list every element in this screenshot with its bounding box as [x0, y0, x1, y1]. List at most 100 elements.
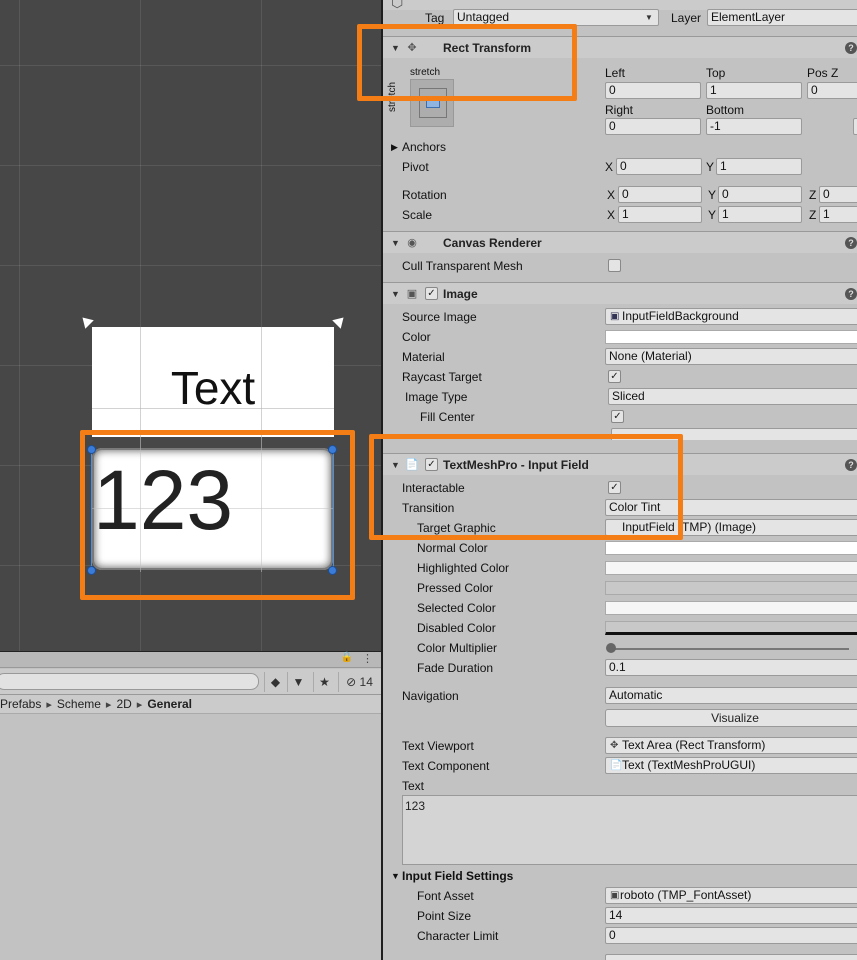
resize-handle[interactable] — [87, 566, 96, 575]
foldout-arrow-icon[interactable]: ▶ — [391, 137, 398, 157]
axis-label: Y — [708, 208, 717, 222]
pixels-per-unit-input[interactable] — [611, 428, 857, 440]
anchors-row[interactable]: ▶ Anchors — [383, 137, 857, 157]
input-field-header[interactable]: ▼ 📄 ✓ TextMeshPro - Input Field ? — [383, 453, 857, 475]
color-swatch[interactable] — [605, 330, 857, 344]
pressed-color-label: Pressed Color — [417, 581, 494, 595]
anchor-handle-icon[interactable] — [332, 313, 348, 329]
anchors-label: Anchors — [402, 140, 447, 154]
pivot-y-input[interactable]: 1 — [716, 158, 802, 175]
fill-center-row: Fill Center ✓ — [383, 407, 857, 427]
image-header[interactable]: ▼ ▣ ✓ Image ? — [383, 282, 857, 304]
character-limit-input[interactable]: 0 — [605, 927, 857, 944]
source-image-row: Source Image InputFieldBackground ▣ — [383, 307, 857, 327]
normal-color-swatch[interactable] — [605, 541, 857, 555]
image-enabled-checkbox[interactable]: ✓ — [425, 287, 438, 300]
fade-duration-input[interactable]: 0.1 — [605, 659, 857, 676]
hidden-packages-toggle[interactable]: ⊘ 14 — [338, 672, 380, 692]
help-icon[interactable]: ? — [845, 459, 857, 471]
pivot-row: Pivot X 0 Y 1 — [383, 157, 857, 177]
scale-z-input[interactable]: 1 — [819, 206, 857, 223]
blueprint-mode-button[interactable] — [853, 118, 857, 135]
rect-transform-icon: ✥ — [610, 740, 619, 751]
resize-handle[interactable] — [87, 445, 96, 454]
tag-dropdown[interactable]: Untagged — [453, 9, 659, 26]
source-image-field[interactable]: InputFieldBackground — [605, 308, 857, 325]
interactable-checkbox[interactable]: ✓ — [608, 481, 621, 494]
layer-dropdown[interactable]: ElementLayer — [707, 9, 857, 26]
bottom-input[interactable]: -1 — [706, 118, 802, 135]
scale-x-input[interactable]: 1 — [618, 206, 702, 223]
raycast-label: Raycast Target — [402, 370, 482, 384]
cull-mesh-checkbox[interactable] — [608, 259, 621, 272]
project-search-input[interactable] — [0, 673, 259, 690]
text-component-field[interactable]: Text (TextMeshProUGUI) — [605, 757, 857, 774]
favorites-star-icon[interactable]: ★ — [313, 672, 335, 692]
font-asset-icon: ▣ — [610, 890, 620, 901]
visualize-button[interactable]: Visualize — [605, 709, 857, 727]
font-asset-field[interactable]: roboto (TMP_FontAsset) — [605, 887, 857, 904]
transition-label: Transition — [402, 501, 455, 515]
selected-color-label: Selected Color — [417, 601, 496, 615]
script-file-icon: 📄 — [405, 459, 419, 471]
filter-by-type-icon[interactable]: ◆ — [264, 672, 286, 692]
filter-by-label-icon[interactable]: ▼ — [287, 672, 309, 692]
resize-handle[interactable] — [328, 566, 337, 575]
breadcrumb-item[interactable]: Prefabs — [0, 697, 41, 711]
resize-handle[interactable] — [328, 445, 337, 454]
text-content-area[interactable]: 123 — [402, 795, 857, 865]
pivot-label: Pivot — [402, 160, 429, 174]
right-input[interactable]: 0 — [605, 118, 701, 135]
help-icon[interactable]: ? — [845, 42, 857, 54]
color-multiplier-slider-handle[interactable] — [606, 643, 616, 653]
help-icon[interactable]: ? — [845, 237, 857, 249]
highlighted-color-row: Highlighted Color — [383, 558, 857, 578]
target-graphic-field[interactable]: InputField (TMP) (Image) — [605, 519, 857, 536]
fill-center-checkbox[interactable]: ✓ — [611, 410, 624, 423]
scale-y-input[interactable]: 1 — [718, 206, 802, 223]
scene-view[interactable]: Text 123 — [0, 0, 381, 651]
pivot-x-input[interactable]: 0 — [616, 158, 702, 175]
tag-label: Tag — [425, 11, 445, 25]
rotation-z-input[interactable]: 0 — [819, 186, 857, 203]
navigation-dropdown[interactable]: Automatic — [605, 687, 857, 704]
color-multiplier-slider-track[interactable] — [611, 648, 849, 650]
point-size-input[interactable]: 14 — [605, 907, 857, 924]
highlighted-color-swatch[interactable] — [605, 561, 857, 575]
foldout-arrow-icon[interactable]: ▼ — [391, 283, 400, 305]
input-field-enabled-checkbox[interactable]: ✓ — [425, 458, 438, 471]
breadcrumb-item-current[interactable]: General — [147, 697, 192, 711]
help-icon[interactable]: ? — [845, 288, 857, 300]
left-input[interactable]: 0 — [605, 82, 701, 99]
top-input[interactable]: 1 — [706, 82, 802, 99]
breadcrumb-item[interactable]: Scheme — [57, 697, 101, 711]
axis-label: X — [605, 160, 614, 174]
image-type-dropdown[interactable]: Sliced — [608, 388, 857, 405]
foldout-arrow-icon[interactable]: ▼ — [391, 37, 400, 59]
rotation-y-input[interactable]: 0 — [718, 186, 802, 203]
scale-label: Scale — [402, 208, 433, 222]
material-field[interactable]: None (Material) — [605, 348, 857, 365]
selected-color-swatch[interactable] — [605, 601, 857, 615]
pressed-color-swatch[interactable] — [605, 581, 857, 595]
input-field-settings-header[interactable]: ▼ Input Field Settings — [383, 866, 857, 886]
transition-dropdown[interactable]: Color Tint — [605, 499, 857, 516]
content-type-dropdown[interactable] — [605, 954, 857, 960]
more-options-icon[interactable]: ⋮ — [362, 652, 373, 665]
breadcrumb-separator-icon: ▸ — [136, 699, 143, 711]
disabled-color-swatch[interactable] — [605, 621, 857, 635]
foldout-arrow-icon[interactable]: ▼ — [391, 454, 400, 476]
rotation-x-input[interactable]: 0 — [618, 186, 702, 203]
rect-values-row-2: 0 -1 — [383, 117, 857, 137]
foldout-arrow-icon[interactable]: ▼ — [391, 232, 400, 254]
rect-transform-header[interactable]: ▼ ✥ Rect Transform ? — [383, 36, 857, 58]
raycast-checkbox[interactable]: ✓ — [608, 370, 621, 383]
text-viewport-field[interactable]: Text Area (Rect Transform) — [605, 737, 857, 754]
lock-icon[interactable]: 🔒 — [341, 652, 353, 663]
component-title: TextMeshPro - Input Field — [443, 458, 589, 472]
target-graphic-row: Target Graphic InputField (TMP) (Image) — [383, 518, 857, 538]
posz-input[interactable]: 0 — [807, 82, 857, 99]
foldout-arrow-icon[interactable]: ▼ — [391, 866, 400, 886]
breadcrumb-item[interactable]: 2D — [116, 697, 131, 711]
canvas-renderer-header[interactable]: ▼ ◉ Canvas Renderer ? — [383, 231, 857, 253]
